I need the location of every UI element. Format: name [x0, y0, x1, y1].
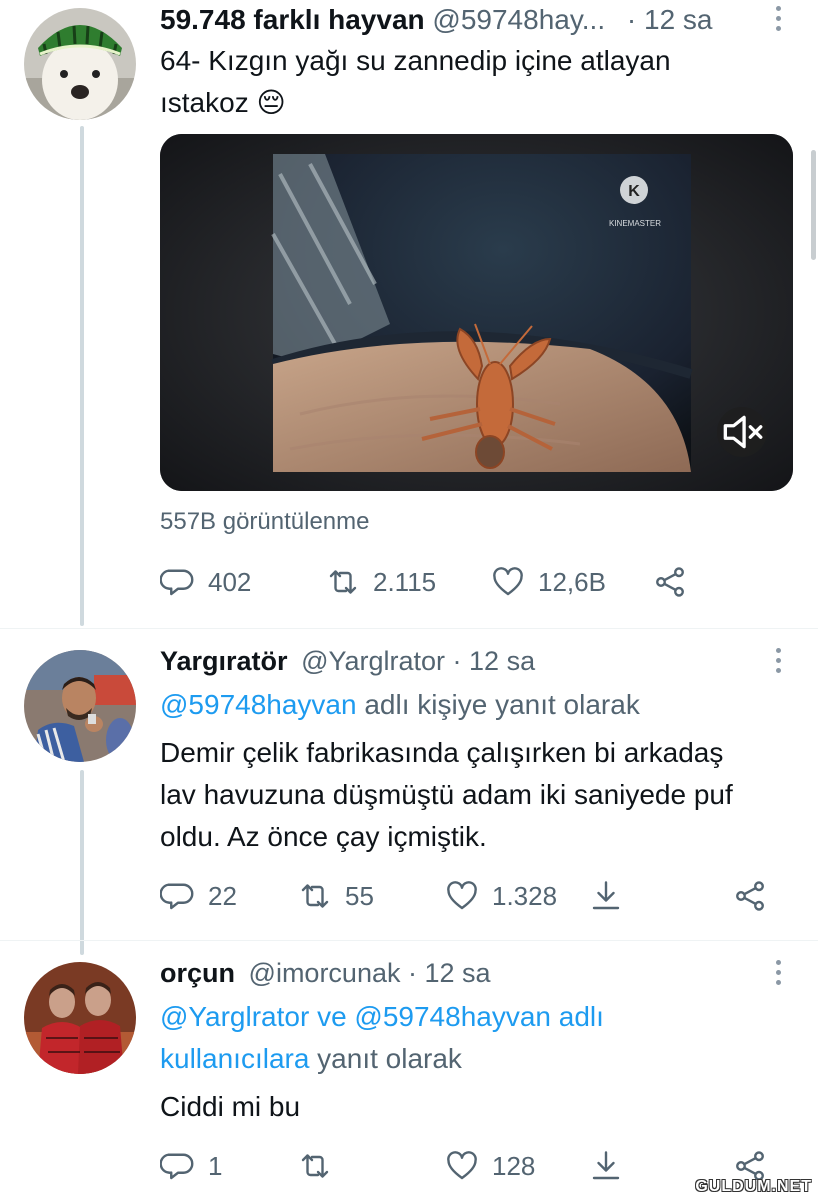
- tweet-actions: 402 2.115 12,6B: [160, 562, 760, 602]
- reply-count: 402: [208, 566, 252, 597]
- tweet-text-line: 64- Kızgın yağı su zannedip içine atlaya…: [160, 45, 671, 76]
- speech-bubble-icon: [160, 569, 194, 596]
- reply-button[interactable]: 402: [160, 564, 251, 600]
- tweet-text: 64- Kızgın yağı su zannedip içine atlaya…: [160, 40, 671, 124]
- tweet-text-line: ıstakoz 😔: [160, 87, 286, 118]
- avatar-yargirator[interactable]: [24, 650, 136, 762]
- speaker-muted-icon[interactable]: [717, 407, 767, 457]
- mention-link[interactable]: @59748hayvan: [160, 689, 357, 720]
- tweet-text-line: oldu. Az önce çay içmiştik.: [160, 821, 487, 852]
- like-button[interactable]: 1.328: [444, 878, 557, 914]
- retweet-icon: [301, 884, 329, 908]
- tweet-actions: 1 128: [160, 1146, 780, 1186]
- tweet-text-line: Demir çelik fabrikasında çalışırken bi a…: [160, 737, 724, 768]
- user-handle[interactable]: @imorcunak: [249, 958, 401, 988]
- tweet-header: 59.748 farklı hayvan @59748hay... · 12 s…: [160, 4, 713, 36]
- more-vertical-icon[interactable]: [774, 648, 782, 673]
- more-vertical-icon[interactable]: [774, 6, 782, 31]
- bookmark-button[interactable]: [588, 1148, 624, 1184]
- reply-context: @59748hayvan adlı kişiye yanıt olarak: [160, 684, 640, 726]
- retweet-button[interactable]: 55: [297, 878, 374, 914]
- reply-count: 22: [208, 880, 237, 911]
- user-handle[interactable]: @59748hay...: [432, 4, 605, 35]
- like-count: 128: [492, 1150, 536, 1181]
- timestamp[interactable]: · 12 sa: [627, 4, 713, 35]
- reply-button[interactable]: 1: [160, 1148, 222, 1184]
- thread-line: [80, 126, 84, 626]
- mention-link[interactable]: kullanıcılara: [160, 1043, 309, 1074]
- tweet-text-line: Ciddi mi bu: [160, 1091, 301, 1122]
- thread-line: [80, 770, 84, 955]
- display-name[interactable]: Yargıratör: [160, 646, 288, 676]
- retweet-button[interactable]: 2.115: [325, 564, 436, 600]
- display-name[interactable]: orçun: [160, 958, 235, 988]
- reply-context: @Yarglrator ve @59748hayvan adlı kullanı…: [160, 996, 604, 1080]
- user-handle[interactable]: @Yarglrator: [301, 646, 445, 676]
- heart-icon: [447, 881, 477, 910]
- mention-links[interactable]: @Yarglrator ve @59748hayvan adlı: [160, 996, 604, 1038]
- like-button[interactable]: 128: [444, 1148, 535, 1184]
- tweet-text-line: lav havuzuna düşmüştü adam iki saniyede …: [160, 779, 733, 810]
- download-arrow-icon: [592, 1151, 620, 1180]
- site-watermark: GULDUM.NET: [695, 1178, 812, 1195]
- scrollbar[interactable]: [811, 150, 816, 260]
- speech-bubble-icon: [160, 883, 194, 910]
- tweet-text: Ciddi mi bu: [160, 1086, 300, 1128]
- speech-bubble-icon: [160, 1153, 194, 1180]
- download-arrow-icon: [592, 881, 620, 910]
- avatar-dog[interactable]: [24, 8, 136, 120]
- share-button[interactable]: [732, 878, 768, 914]
- retweet-icon: [329, 570, 357, 594]
- heart-icon: [493, 567, 523, 596]
- tweet-header: orçun @imorcunak · 12 sa: [160, 958, 491, 989]
- tweet-text: Demir çelik fabrikasında çalışırken bi a…: [160, 732, 733, 858]
- avatar-orcun[interactable]: [24, 962, 136, 1074]
- reply-count: 1: [208, 1150, 223, 1181]
- share-icon: [736, 881, 764, 911]
- tweet-header: Yargıratör @Yarglrator · 12 sa: [160, 646, 535, 677]
- timestamp[interactable]: · 12 sa: [408, 958, 491, 988]
- reply-context-suffix: yanıt olarak: [309, 1043, 462, 1074]
- bookmark-button[interactable]: [588, 878, 624, 914]
- timestamp[interactable]: · 12 sa: [453, 646, 536, 676]
- share-icon: [656, 567, 684, 597]
- reply-context-suffix: adlı kişiye yanıt olarak: [356, 689, 640, 720]
- divider: [0, 940, 818, 941]
- display-name[interactable]: 59.748 farklı hayvan: [160, 4, 425, 35]
- svg-text:K: K: [628, 183, 640, 200]
- retweet-count: 55: [345, 880, 374, 911]
- like-count: 1.328: [492, 880, 558, 911]
- heart-icon: [447, 1151, 477, 1180]
- tweet-actions: 22 55 1.328: [160, 876, 780, 916]
- like-button[interactable]: 12,6B: [490, 564, 606, 600]
- more-vertical-icon[interactable]: [774, 960, 782, 985]
- retweet-icon: [301, 1154, 329, 1178]
- view-count: 557B görüntülenme: [160, 508, 370, 535]
- like-count: 12,6B: [538, 566, 606, 597]
- share-button[interactable]: [652, 564, 688, 600]
- divider: [0, 628, 818, 629]
- retweet-button[interactable]: [297, 1148, 345, 1184]
- reply-button[interactable]: 22: [160, 878, 237, 914]
- kinemaster-watermark: KINEMASTER: [609, 219, 661, 228]
- retweet-count: 2.115: [373, 566, 437, 597]
- video-player[interactable]: K KINEMASTER: [160, 134, 793, 491]
